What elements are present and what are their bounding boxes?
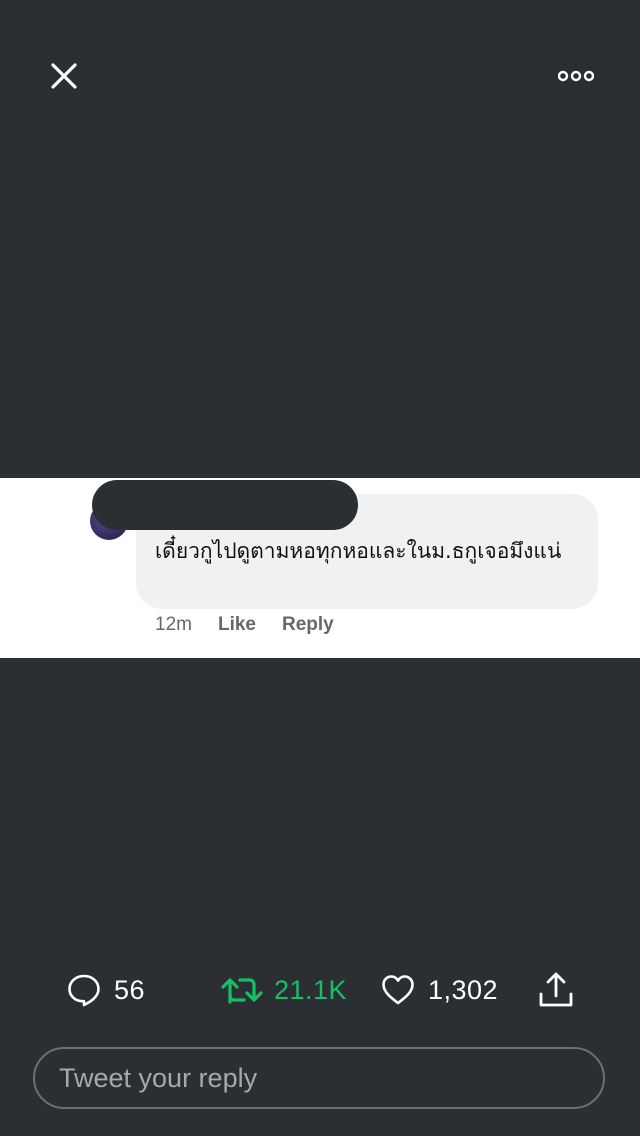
more-options-button[interactable] — [548, 52, 604, 100]
retweet-icon — [221, 978, 263, 1004]
comment-reply-label: Reply — [282, 614, 334, 635]
share-icon — [539, 972, 573, 1007]
comment-icon — [68, 974, 100, 1007]
comment-like-label: Like — [217, 614, 256, 635]
tweet-reply-input[interactable] — [57, 1061, 581, 1095]
heart-icon — [382, 975, 414, 1005]
like-count: 1,302 — [428, 974, 499, 1005]
tweet-actions-bar: 56 21.1K 1,302 — [0, 966, 640, 1014]
like-button[interactable]: 1,302 — [380, 966, 498, 1014]
close-button[interactable] — [40, 52, 88, 100]
reply-button[interactable]: 56 — [66, 966, 145, 1014]
redacted-author-name — [92, 480, 358, 530]
retweet-count: 21.1K — [274, 974, 348, 1005]
close-icon — [51, 63, 77, 89]
comment-meta: 12m Like Reply — [155, 614, 360, 636]
reply-input-box[interactable] — [33, 1047, 605, 1109]
comment-text: เดี๋ยวกูไปดูตามหอทุกหอและในม.ธกูเจอมึงแน… — [155, 539, 562, 563]
comment-time: 12m — [155, 614, 192, 635]
retweet-button[interactable]: 21.1K — [220, 966, 347, 1014]
share-button[interactable] — [536, 966, 576, 1014]
media-viewer-screen: เดี๋ยวกูไปดูตามหอทุกหอและในม.ธกูเจอมึงแน… — [0, 0, 640, 1136]
reply-count: 56 — [114, 974, 146, 1005]
more-options-icon — [558, 70, 594, 82]
